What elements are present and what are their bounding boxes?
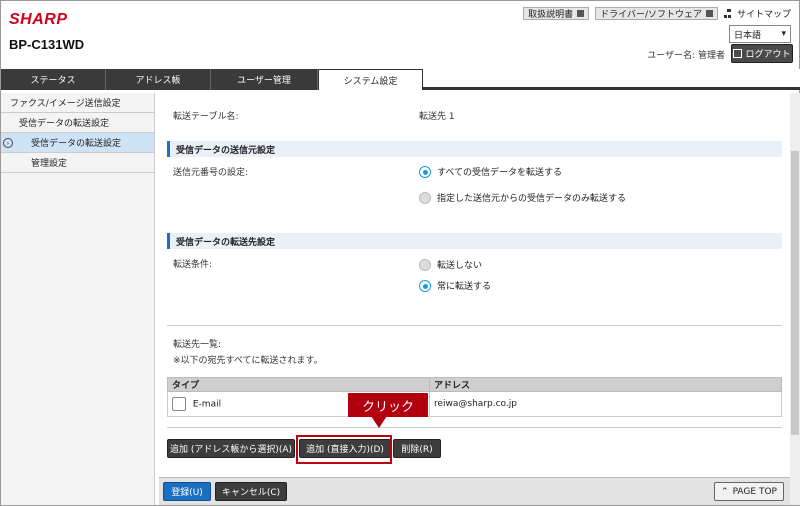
radio-icon [419,279,431,292]
sharp-logo: SHARP [9,11,68,28]
radio-label: すべての受信データを転送する [437,168,563,178]
divider [167,325,782,326]
add-from-address-book-button[interactable]: 追加 (アドレス帳から選択)(A) [167,439,295,458]
manual-link-label: 取扱説明書 [528,10,574,20]
sidebar-item-management[interactable]: 管理設定 [1,153,154,173]
table-name-value: 転送先 1 [419,112,455,122]
header-links: 取扱説明書 ドライバー/ソフトウェア サイトマップ [523,7,791,20]
sidebar-item-forward-settings-active[interactable]: › 受信データの転送設定 [1,133,154,153]
language-value: 日本語 [734,30,762,41]
tab-user-management[interactable]: ユーザー管理 [211,69,318,90]
sidebar-item-label: 受信データの転送設定 [31,139,122,149]
manual-link[interactable]: 取扱説明書 [523,7,590,20]
external-link-icon [577,10,585,17]
source-field-label: 送信元番号の設定: [173,168,249,178]
radio-label: 常に転送する [437,282,492,292]
sitemap-link[interactable]: サイトマップ [723,7,791,20]
column-header-address: アドレス [429,377,782,392]
sidebar-item-forward-settings[interactable]: 受信データの転送設定 [1,113,154,133]
radio-no-forward[interactable]: 転送しない [419,258,482,271]
address-cell: reiwa@sharp.co.jp [429,391,782,417]
sitemap-icon [723,9,734,18]
chevron-down-icon: ▾ [781,29,786,39]
chevron-up-icon: ⌃ [721,486,729,497]
user-name: ユーザー名: 管理者 [647,51,725,61]
page-top-label: PAGE TOP [732,486,777,497]
radio-icon [419,165,431,178]
delete-button[interactable]: 削除(R) [393,439,441,458]
sidebar-item-fax-image-send[interactable]: ファクス/イメージ送信設定 [1,93,154,113]
tab-system-settings[interactable]: システム設定 [318,69,423,90]
chevron-right-icon: › [3,138,13,148]
column-header-type: タイプ [167,377,430,392]
dest-list-label: 転送先一覧: [173,340,222,350]
divider [167,427,782,428]
row-checkbox[interactable] [172,397,186,411]
tab-status[interactable]: ステータス [1,69,106,90]
driver-link-label: ドライバー/ソフトウェア [600,10,702,20]
radio-always-forward[interactable]: 常に転送する [419,279,491,292]
callout-pointer [371,416,387,428]
dest-list-note: ※以下の宛先すべてに転送されます。 [173,356,323,366]
external-link-icon [705,10,713,17]
table-name-label: 転送テーブル名: [173,112,239,122]
sidebar: ファクス/イメージ送信設定 受信データの転送設定 › 受信データの転送設定 管理… [1,93,155,505]
radio-forward-specified[interactable]: 指定した送信元からの受信データのみ転送する [419,191,626,204]
dest-table: タイプ アドレス E-mail reiwa@sharp.co.jp [167,377,782,417]
radio-icon [419,191,431,204]
radio-label: 指定した送信元からの受信データのみ転送する [437,194,627,204]
radio-icon [419,258,431,271]
main-tabs: ステータス アドレス帳 ユーザー管理 システム設定 [1,69,800,90]
source-section-header: 受信データの送信元設定 [167,141,782,157]
register-button[interactable]: 登録(U) [163,482,211,501]
table-row: E-mail reiwa@sharp.co.jp [167,391,782,417]
model-name: BP-C131WD [9,37,85,52]
dest-section-header: 受信データの転送先設定 [167,233,782,249]
main-panel: 転送テーブル名: 転送先 1 受信データの送信元設定 送信元番号の設定: すべて… [159,93,790,505]
tab-address-book[interactable]: アドレス帳 [106,69,211,90]
dest-condition-label: 転送条件: [173,260,213,270]
language-select[interactable]: 日本語 ▾ [729,25,791,43]
scrollbar-thumb[interactable] [791,151,799,435]
sitemap-label: サイトマップ [736,10,791,20]
driver-link[interactable]: ドライバー/ソフトウェア [595,7,718,20]
radio-forward-all[interactable]: すべての受信データを転送する [419,165,562,178]
radio-label: 転送しない [437,261,483,271]
logout-label: ログアウト [745,50,791,60]
scrollbar[interactable] [790,93,800,505]
logout-icon [733,49,743,58]
cancel-button[interactable]: キャンセル(C) [215,482,287,501]
type-value: E-mail [192,399,222,410]
page-top-button[interactable]: ⌃ PAGE TOP [714,482,784,501]
click-highlight-box [296,435,392,464]
logout-button[interactable]: ログアウト [731,44,793,63]
click-callout: クリック [348,393,428,417]
